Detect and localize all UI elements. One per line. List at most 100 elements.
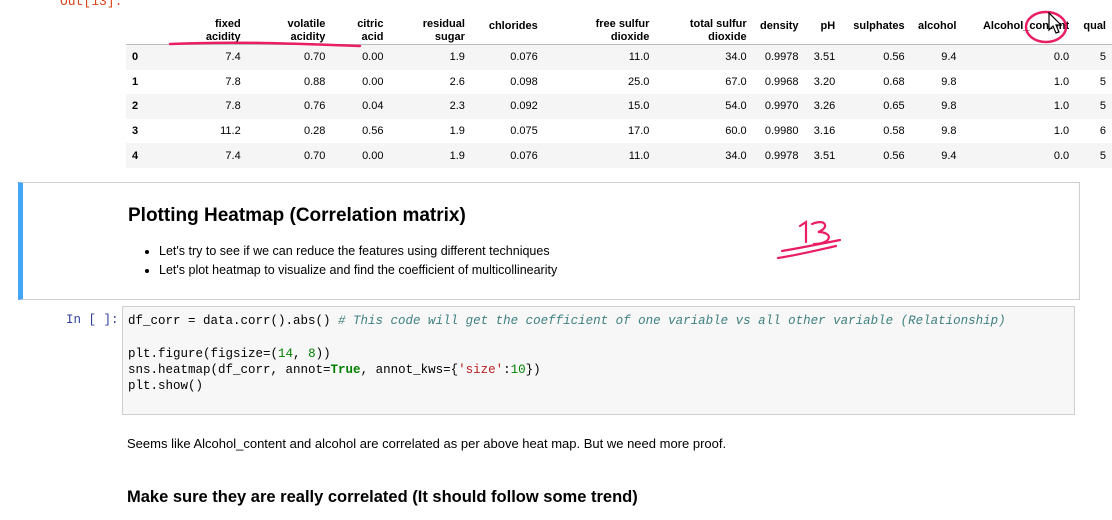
table-cell: 60.0 [725, 125, 747, 138]
table-cell: 7.8 [225, 75, 241, 88]
table-cell: 0.9978 [764, 149, 799, 162]
list-item: Let's plot heatmap to visualize and find… [159, 261, 557, 280]
table-cell: 1.9 [449, 51, 465, 64]
code-token: sns.heatmap(df_corr, annot= [128, 362, 331, 377]
code-token: : [503, 362, 511, 377]
table-cell: 0.9970 [764, 100, 799, 113]
table-cell: 9.8 [941, 125, 957, 138]
header-total-sulfur-dioxide: total sulfur dioxide [655, 8, 753, 45]
row-index: 2 [132, 100, 139, 113]
table-cell: 6 [1099, 125, 1106, 138]
code-token: df_corr = data.corr().abs() [128, 314, 339, 328]
table-cell: 54.0 [725, 100, 747, 113]
table-cell: 0.88 [303, 75, 326, 88]
code-number: 10 [510, 362, 526, 377]
output-prompt: Out[13]: [60, 0, 123, 9]
table-cell: 34.0 [725, 51, 747, 64]
table-cell: 3.51 [813, 51, 836, 64]
table-cell: 5 [1099, 51, 1106, 64]
table-cell: 1.0 [1053, 75, 1070, 88]
row-index: 0 [132, 51, 139, 64]
header-sulphates: sulphates [841, 8, 911, 45]
code-string: 'size' [458, 362, 504, 377]
table-cell: 1.0 [1053, 100, 1070, 113]
table-cell: 0.076 [510, 149, 538, 162]
table-cell: 17.0 [627, 125, 650, 138]
table-cell: 0.56 [883, 51, 905, 64]
table-cell: 0.28 [303, 125, 326, 138]
table-cell: 0.00 [362, 75, 384, 88]
table-cell: 0.9968 [764, 75, 799, 88]
table-row: 4 7.4 0.70 0.00 1.9 0.076 11.0 34.0 0.99… [126, 143, 1112, 168]
code-number: 14 [278, 346, 294, 361]
table-cell: 25.0 [627, 75, 650, 88]
section-heading: Plotting Heatmap (Correlation matrix) [128, 205, 466, 226]
header-fixed-acidity: fixed acidity [165, 8, 247, 45]
code-comment: # This code will get the coefficient of … [338, 314, 1006, 328]
table-cell: 3.26 [813, 100, 836, 113]
table-cell: 2.6 [449, 75, 465, 88]
header-density: density [752, 8, 805, 45]
table-cell: 11.0 [628, 149, 650, 162]
table-cell: 3.20 [813, 75, 836, 88]
code-text[interactable]: df_corr = data.corr().abs() # This code … [123, 307, 1074, 400]
table-cell: 0.00 [362, 51, 384, 64]
table-cell: 0.04 [362, 100, 384, 113]
table-cell: 9.4 [941, 149, 957, 162]
header-index [126, 8, 166, 45]
header-alcohol: alcohol [910, 8, 963, 45]
table-cell: 0.9978 [764, 51, 799, 64]
list-item: Let's try to see if we can reduce the fe… [159, 242, 557, 261]
table-cell: 1.0 [1053, 125, 1070, 138]
table-cell: 34.0 [725, 149, 747, 162]
header-volatile-acidity: volatile acidity [246, 8, 332, 45]
table-cell: 11.2 [220, 125, 241, 138]
table-cell: 0.9980 [764, 125, 799, 138]
table-cell: 0.58 [883, 125, 905, 138]
code-token: }) [525, 362, 541, 377]
table-cell: 1.9 [449, 149, 465, 162]
code-token: plt.show() [128, 379, 204, 394]
table-cell: 1.9 [449, 125, 465, 138]
table-cell: 0.70 [303, 51, 326, 64]
table-cell: 9.8 [941, 75, 957, 88]
table-cell: 15.0 [627, 100, 650, 113]
table-cell: 0.076 [510, 51, 538, 64]
header-alcohol-content: Alcohol_content [962, 8, 1076, 45]
table-cell: 0.0 [1053, 51, 1070, 64]
table-cell: 0.092 [510, 100, 538, 113]
table-cell: 7.4 [225, 149, 241, 162]
table-cell: 5 [1099, 149, 1106, 162]
code-number: 8 [308, 346, 316, 361]
explanation-paragraph: Seems like Alcohol_content and alcohol a… [127, 436, 727, 451]
table-cell: 0.56 [362, 125, 384, 138]
header-chlorides: chlorides [470, 8, 544, 45]
table-cell: 11.0 [628, 51, 650, 64]
bullet-list: Let's try to see if we can reduce the fe… [155, 242, 557, 280]
table-cell: 0.00 [362, 149, 384, 162]
markdown-cell[interactable]: Plotting Heatmap (Correlation matrix) Le… [18, 182, 1080, 300]
table-cell: 5 [1099, 75, 1106, 88]
code-cell-editor[interactable]: df_corr = data.corr().abs() # This code … [122, 306, 1075, 415]
table-row: 2 7.8 0.76 0.04 2.3 0.092 15.0 54.0 0.99… [126, 94, 1112, 119]
code-token: , annot_kws={ [360, 362, 459, 377]
table-row: 3 11.2 0.28 0.56 1.9 0.075 17.0 60.0 0.9… [126, 119, 1112, 144]
row-index: 3 [132, 125, 139, 138]
row-index: 4 [132, 149, 139, 162]
table-cell: 3.51 [813, 149, 836, 162]
table-cell: 0.075 [510, 125, 538, 138]
table-cell: 2.3 [449, 100, 465, 113]
table-cell: 0.68 [883, 75, 905, 88]
table-cell: 0.70 [303, 149, 326, 162]
table-cell: 7.8 [225, 100, 241, 113]
table-cell: 5 [1099, 100, 1106, 113]
header-citric-acid: citric acid [331, 8, 390, 45]
dataframe-output: fixed acidity volatile acidity citric acid … [126, 8, 1112, 168]
header-residual-sugar: residual sugar [389, 8, 471, 45]
table-header-row: fixed acidity volatile acidity citric acid … [126, 8, 1112, 45]
input-prompt: In [ ]: [66, 313, 119, 327]
code-token: , [293, 346, 309, 361]
table-cell: 0.56 [883, 149, 905, 162]
code-token: )) [315, 346, 331, 361]
header-free-sulfur-dioxide: free sulfur dioxide [543, 8, 656, 45]
